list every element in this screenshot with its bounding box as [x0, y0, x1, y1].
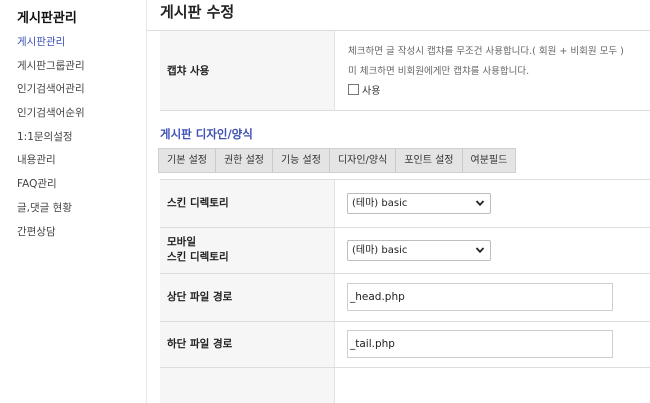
- sidebar-item-popular-keywords[interactable]: 인기검색어관리: [17, 82, 85, 106]
- captcha-label: 캡챠 사용: [167, 65, 210, 77]
- head-file-row: 상단 파일 경로 _head.php: [160, 274, 650, 322]
- skin-dir-label: 스킨 디렉토리: [167, 197, 229, 209]
- next-row-label-cell: [160, 368, 335, 403]
- captcha-label-cell: 캡챠 사용: [160, 31, 335, 110]
- sidebar-item-post-status[interactable]: 글,댓글 현황: [17, 201, 85, 225]
- captcha-checkbox-label[interactable]: 사용: [362, 82, 380, 97]
- sidebar-title: 게시판관리: [17, 11, 77, 26]
- captcha-value-cell: 체크하면 글 작성시 캡챠를 무조건 사용합니다.( 회원 + 비회원 모두 )…: [335, 31, 650, 110]
- sidebar-item-popular-rank[interactable]: 인기검색어순위: [17, 106, 85, 130]
- tab-function[interactable]: 기능 설정: [273, 149, 330, 172]
- sidebar-item-faq[interactable]: FAQ관리: [17, 177, 85, 201]
- skin-dir-select-value: (테마) basic: [352, 198, 408, 209]
- captcha-help-1: 체크하면 글 작성시 캡챠를 무조건 사용합니다.( 회원 + 비회원 모두 ): [348, 46, 624, 57]
- skin-dir-row: 스킨 디렉토리 (테마) basic: [160, 180, 650, 228]
- tail-file-label: 하단 파일 경로: [167, 338, 233, 350]
- sidebar-item-consult[interactable]: 간편상담: [17, 225, 85, 249]
- chevron-down-icon: [475, 200, 485, 207]
- captcha-row: 캡챠 사용 체크하면 글 작성시 캡챠를 무조건 사용합니다.( 회원 + 비회…: [160, 31, 650, 111]
- captcha-help-2: 미 체크하면 비회원에게만 캡챠를 사용합니다.: [348, 66, 530, 77]
- head-file-input[interactable]: _head.php: [347, 283, 613, 311]
- sidebar-item-board-group[interactable]: 게시판그룹관리: [17, 59, 85, 83]
- sidebar-menu: 게시판관리 게시판그룹관리 인기검색어관리 인기검색어순위 1:1문의설정 내용…: [17, 35, 85, 248]
- tab-point[interactable]: 포인트 설정: [396, 149, 463, 172]
- page-title: 게시판 수정: [160, 3, 235, 21]
- mobile-skin-dir-select-value: (테마) basic: [352, 245, 408, 256]
- sidebar-item-board-manage[interactable]: 게시판관리: [17, 35, 85, 59]
- design-section-title: 게시판 디자인/양식: [160, 127, 253, 141]
- tab-extra-fields[interactable]: 여분필드: [463, 149, 516, 172]
- mobile-skin-label-2: 스킨 디렉토리: [167, 251, 229, 263]
- tab-permission[interactable]: 권한 설정: [216, 149, 273, 172]
- tab-basic[interactable]: 기본 설정: [159, 149, 216, 172]
- mobile-skin-label-1: 모바일: [167, 236, 196, 248]
- tab-design[interactable]: 디자인/양식: [330, 149, 397, 172]
- mobile-skin-dir-row: 모바일 스킨 디렉토리 (테마) basic: [160, 228, 650, 274]
- mobile-skin-dir-select[interactable]: (테마) basic: [347, 240, 491, 261]
- head-file-label: 상단 파일 경로: [167, 291, 233, 303]
- settings-tabs: 기본 설정 권한 설정 기능 설정 디자인/양식 포인트 설정 여분필드: [158, 148, 517, 173]
- sidebar-item-content[interactable]: 내용관리: [17, 153, 85, 177]
- tail-file-row: 하단 파일 경로 _tail.php: [160, 322, 650, 368]
- captcha-checkbox[interactable]: [348, 84, 359, 95]
- skin-dir-select[interactable]: (테마) basic: [347, 193, 491, 214]
- main-content: 게시판 수정 캡챠 사용 체크하면 글 작성시 캡챠를 무조건 사용합니다.( …: [147, 0, 650, 403]
- tail-file-input[interactable]: _tail.php: [347, 330, 613, 358]
- sidebar: 게시판관리 게시판관리 게시판그룹관리 인기검색어관리 인기검색어순위 1:1문…: [0, 0, 147, 403]
- sidebar-item-qa-settings[interactable]: 1:1문의설정: [17, 130, 85, 154]
- chevron-down-icon: [475, 247, 485, 254]
